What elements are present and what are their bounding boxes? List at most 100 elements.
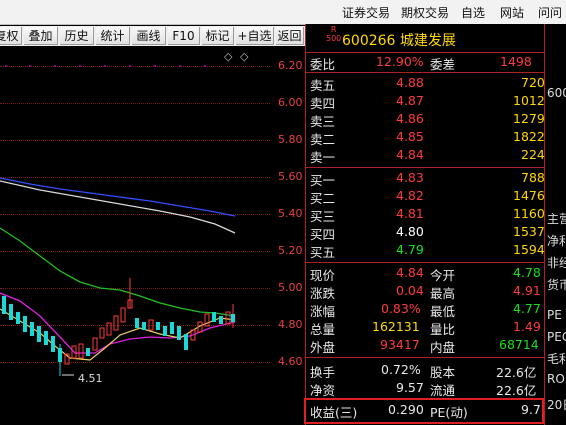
tool-mark-button[interactable]: 标记 xyxy=(202,27,234,45)
ref-dot xyxy=(154,65,156,67)
candles xyxy=(2,278,235,376)
label: 买四 xyxy=(310,227,336,242)
ask-row[interactable]: 卖二 4.85 1822 xyxy=(306,129,545,147)
candle xyxy=(163,326,167,336)
price: 4.88 xyxy=(396,75,424,90)
price-axis-label: 6.20 xyxy=(278,59,303,72)
tool-draw-button[interactable]: 画线 xyxy=(132,27,166,45)
price-axis-label: 5.00 xyxy=(278,281,303,294)
bid-row[interactable]: 买四 4.80 1537 xyxy=(306,224,545,242)
value: 4.77 xyxy=(513,301,541,316)
divider xyxy=(306,72,545,73)
label: 涨幅 xyxy=(310,304,336,319)
candle xyxy=(156,322,160,330)
label: 委差 xyxy=(430,57,456,72)
candle xyxy=(78,343,84,359)
bid-row[interactable]: 买一 4.83 788 xyxy=(306,170,545,188)
ask-row[interactable]: 卖五 4.88 720 xyxy=(306,75,545,93)
strip-text: 货币 xyxy=(547,278,566,292)
candle xyxy=(170,322,174,334)
label: 卖四 xyxy=(310,96,336,111)
label: 卖三 xyxy=(310,114,336,129)
bid-row[interactable]: 买二 4.82 1476 xyxy=(306,188,545,206)
tool-stats-button[interactable]: 统计 xyxy=(96,27,130,45)
strip-text: 主营 xyxy=(547,212,566,226)
label: 股本 xyxy=(430,365,456,380)
bid-row[interactable]: 买三 4.81 1160 xyxy=(306,206,545,224)
ref-dot xyxy=(204,65,206,67)
candle xyxy=(231,314,235,322)
value: 93417 xyxy=(380,337,420,352)
tool-f10-button[interactable]: F10 xyxy=(168,27,200,45)
ask-row[interactable]: 卖一 4.84 224 xyxy=(306,147,545,165)
divider xyxy=(306,357,545,358)
ref-dot xyxy=(179,65,181,67)
candle xyxy=(148,319,154,331)
fin-row: 换手 0.72% 股本 22.6亿 xyxy=(306,362,545,380)
label: 涨跌 xyxy=(310,286,336,301)
label: 流通 xyxy=(430,383,456,398)
stat-row: 涨跌 0.04 最高 4.91 xyxy=(306,283,545,301)
price-axis-label: 4.60 xyxy=(278,355,303,368)
menu-website[interactable]: 网站 xyxy=(500,4,524,21)
candle xyxy=(37,326,41,342)
top-menu-bar: 证券交易 期权交易 自选 网站 问问 xyxy=(0,0,566,25)
ma-blue-line xyxy=(0,177,236,217)
value: 1.49 xyxy=(513,319,541,334)
volume: 1160 xyxy=(513,206,545,221)
stat-row: 总量 162131 量比 1.49 xyxy=(306,319,545,337)
volume: 1594 xyxy=(513,242,545,257)
strip-text: PEG xyxy=(547,330,566,344)
value: 22.6亿 xyxy=(496,365,537,380)
kline-svg xyxy=(0,65,236,376)
label: 买一 xyxy=(310,173,336,188)
value: 22.6亿 xyxy=(496,383,537,398)
ref-dot xyxy=(54,65,56,67)
candle xyxy=(113,315,119,331)
strip-text: 净利 xyxy=(547,234,566,248)
menu-options-trading[interactable]: 期权交易 xyxy=(401,4,449,21)
stock-badge: R 500 xyxy=(326,25,342,43)
label: 买二 xyxy=(310,191,336,206)
kline-chart[interactable]: ◇ ◇ 6.20 6.00 5.80 5.60 5.40 5.20 5.00 4… xyxy=(0,46,305,425)
ask-row[interactable]: 卖四 4.87 1012 xyxy=(306,93,545,111)
bid-row[interactable]: 买五 4.79 1594 xyxy=(306,242,545,260)
volume: 1012 xyxy=(513,93,545,108)
stat-row: 现价 4.84 今开 4.78 xyxy=(306,265,545,283)
ask-row[interactable]: 卖三 4.86 1279 xyxy=(306,111,545,129)
stat-row: 外盘 93417 内盘 68714 xyxy=(306,337,545,355)
value: 4.91 xyxy=(513,283,541,298)
volume: 720 xyxy=(521,75,545,90)
volume: 224 xyxy=(521,147,545,162)
volume: 1537 xyxy=(513,224,545,239)
tool-add-watch-button[interactable]: +自选 xyxy=(236,27,274,45)
right-info-strip: 600 主营 净利 非经 货币 PE PEG 毛利 RO 20日 xyxy=(544,24,566,425)
menu-ask[interactable]: 问问 xyxy=(538,4,562,21)
value: 162131 xyxy=(372,319,420,334)
strip-text: 20日 xyxy=(547,398,566,412)
divider xyxy=(306,167,545,168)
value: 4.78 xyxy=(513,265,541,280)
label: 换手 xyxy=(310,365,336,380)
tool-back-button[interactable]: 返回 xyxy=(276,27,304,45)
candle xyxy=(86,348,90,356)
label: 买三 xyxy=(310,209,336,224)
candle xyxy=(225,311,231,325)
stock-code-name[interactable]: 600266 城建发展 xyxy=(342,30,456,50)
label: 今开 xyxy=(430,268,456,283)
strip-text: 毛利 xyxy=(547,352,566,366)
price: 4.83 xyxy=(396,170,424,185)
price-axis-label: 5.80 xyxy=(278,133,303,146)
ma-white-line xyxy=(0,180,236,234)
ref-dot xyxy=(129,65,131,67)
tool-history-button[interactable]: 历史 xyxy=(60,27,94,45)
menu-watchlist[interactable]: 自选 xyxy=(461,4,485,21)
ma-green-line xyxy=(0,227,236,317)
candle xyxy=(212,312,216,322)
value: 4.84 xyxy=(396,265,424,280)
menu-stock-trading[interactable]: 证券交易 xyxy=(342,4,390,21)
label: 外盘 xyxy=(310,340,336,355)
tool-overlay-button[interactable]: 叠加 xyxy=(24,27,58,45)
candle xyxy=(219,316,223,324)
tool-adjust-button[interactable]: 复权 xyxy=(0,27,22,45)
